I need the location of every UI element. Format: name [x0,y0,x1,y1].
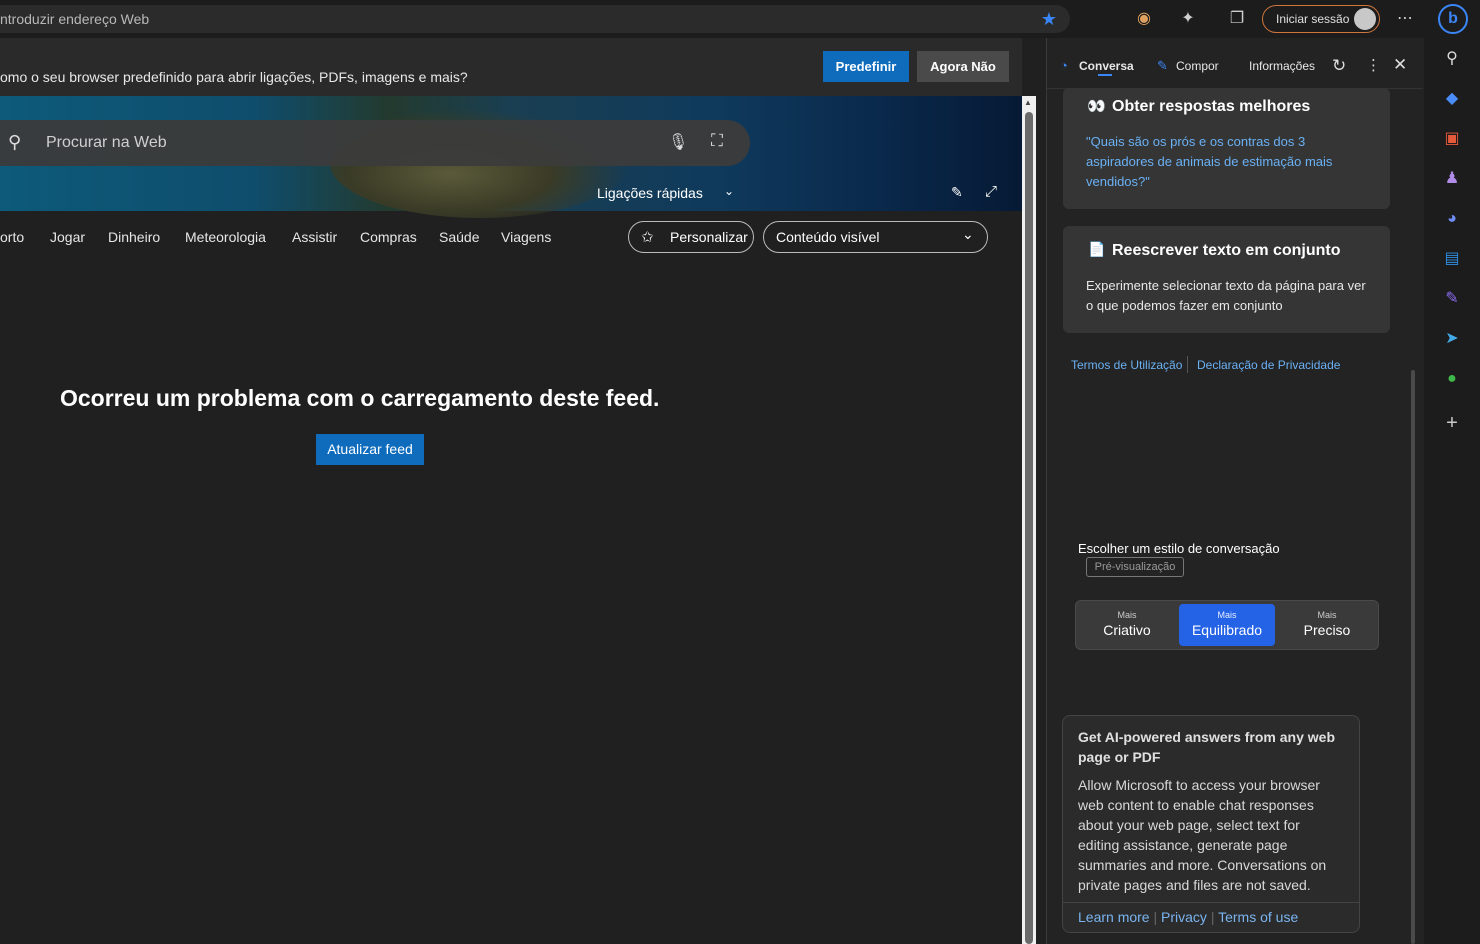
tools-briefcase-icon[interactable]: ▣ [1440,127,1464,151]
glasses-icon: 👀 [1087,98,1106,115]
refresh-icon[interactable]: ↻ [1332,56,1346,76]
edit-background-icon[interactable]: ✎ [951,184,963,201]
privacy-link[interactable]: Declaração de Privacidade [1197,358,1340,372]
chevron-down-icon: ⌄ [962,226,974,242]
card-description: Experimente selecionar texto da página p… [1086,278,1366,313]
scroll-up-arrow-icon[interactable]: ▲ [1024,98,1032,107]
nav-item-money[interactable]: Dinheiro [108,229,160,245]
nav-item-play[interactable]: Jogar [50,229,85,245]
feed-error-message: Ocorreu um problema com o carregamento d… [60,385,660,411]
style-label: Preciso [1303,622,1351,638]
scrollbar-thumb[interactable] [1025,112,1033,944]
nav-item-health[interactable]: Saúde [439,229,479,245]
style-label: Criativo [1103,622,1151,638]
search-icon: ⚲ [8,132,22,152]
style-label: Equilibrado [1191,622,1263,638]
card-example-prompt: "Quais são os prós e os contras dos 3 as… [1086,134,1333,189]
card-title: Obter respostas melhores [1112,98,1311,115]
refresh-feed-button[interactable]: Atualizar feed [316,434,424,465]
page-access-description: Allow Microsoft to access your browser w… [1078,777,1327,893]
expand-icon[interactable]: ⤢ [985,183,997,200]
set-default-button[interactable]: Predefinir [823,51,909,82]
close-icon[interactable]: ✕ [1393,55,1407,75]
microsoft-365-icon[interactable]: ◕ [1440,207,1464,231]
more-vertical-icon[interactable]: ⋮ [1366,56,1381,74]
sidebar-search-icon[interactable]: ⚲ [1440,47,1464,71]
tab-conversa[interactable]: Conversa [1079,59,1134,73]
designer-icon[interactable]: ✎ [1440,287,1464,311]
collections-icon[interactable]: ❐ [1225,7,1249,31]
document-icon: 📄 [1088,241,1106,257]
search-placeholder: Procurar na Web [46,134,167,151]
panel-scrollbar[interactable] [1411,370,1415,944]
learn-more-link[interactable]: Learn more [1078,909,1150,925]
games-icon[interactable]: ♟ [1440,167,1464,191]
style-precise-button[interactable]: Mais Preciso [1279,604,1375,646]
visual-search-icon[interactable]: ⛶ [711,131,733,153]
shopping-tag-icon[interactable]: ◆ [1440,87,1464,111]
nav-item-travel[interactable]: Viagens [501,229,551,245]
card-title: Reescrever texto em conjunto [1112,242,1341,259]
chat-tab-icon: ◔ [1060,58,1068,73]
bing-chat-icon[interactable]: b [1438,4,1468,34]
avatar [1354,8,1376,30]
address-placeholder: ntroduzir endereço Web [0,11,150,27]
personalize-label: Personalizar [670,229,748,245]
separator: | [1153,909,1162,925]
banner-message: omo o seu browser predefinido para abrir… [0,69,468,85]
sparkle-icon: ✩ [641,229,654,246]
style-prefix: Mais [1217,610,1237,620]
microphone-icon[interactable]: 🎙 [668,132,688,154]
privacy-link[interactable]: Privacy [1161,909,1207,925]
quick-links-toggle[interactable]: Ligações rápidas [597,185,703,201]
terms-of-use-link[interactable]: Terms of use [1218,909,1298,925]
divider [1187,356,1188,373]
tab-informacoes[interactable]: Informações [1249,59,1315,73]
divider [1062,902,1360,903]
page-access-title: Get AI-powered answers from any web page… [1078,729,1335,765]
nav-item-weather[interactable]: Meteorologia [185,229,266,245]
style-prefix: Mais [1317,610,1337,620]
extension-avatar-icon[interactable]: ◉ [1132,7,1156,31]
tab-compor[interactable]: Compor [1176,59,1219,73]
send-icon[interactable]: ➤ [1440,327,1464,351]
content-visibility-value: Conteúdo visível [776,229,880,245]
style-creative-button[interactable]: Mais Criativo [1079,604,1175,646]
conversation-style-title: Escolher um estilo de conversação [1078,541,1280,556]
active-tab-indicator [1098,74,1112,76]
chevron-down-icon: ⌄ [724,184,735,198]
page-access-links: Learn more | Privacy | Terms of use [1078,909,1298,925]
not-now-button[interactable]: Agora Não [917,51,1009,82]
extensions-icon[interactable]: ✦ [1176,7,1200,31]
nav-item-sport[interactable]: orto [0,229,24,245]
tree-icon[interactable]: ● [1440,367,1464,391]
more-options-icon[interactable]: ⋯ [1393,7,1417,31]
add-icon[interactable]: + [1440,411,1464,435]
signin-label: Iniciar sessão [1276,12,1350,26]
favorite-star-icon[interactable]: ★ [1037,7,1061,31]
terms-link[interactable]: Termos de Utilização [1071,358,1182,372]
address-bar[interactable] [0,5,1070,33]
style-prefix: Mais [1117,610,1137,620]
separator: | [1210,909,1219,925]
preview-badge: Pré-visualização [1086,557,1184,577]
style-balanced-button[interactable]: Mais Equilibrado [1179,604,1275,646]
nav-item-watch[interactable]: Assistir [292,229,337,245]
nav-item-shopping[interactable]: Compras [360,229,417,245]
outlook-icon[interactable]: ▤ [1440,247,1464,271]
compose-tab-icon: ✎ [1157,58,1168,73]
